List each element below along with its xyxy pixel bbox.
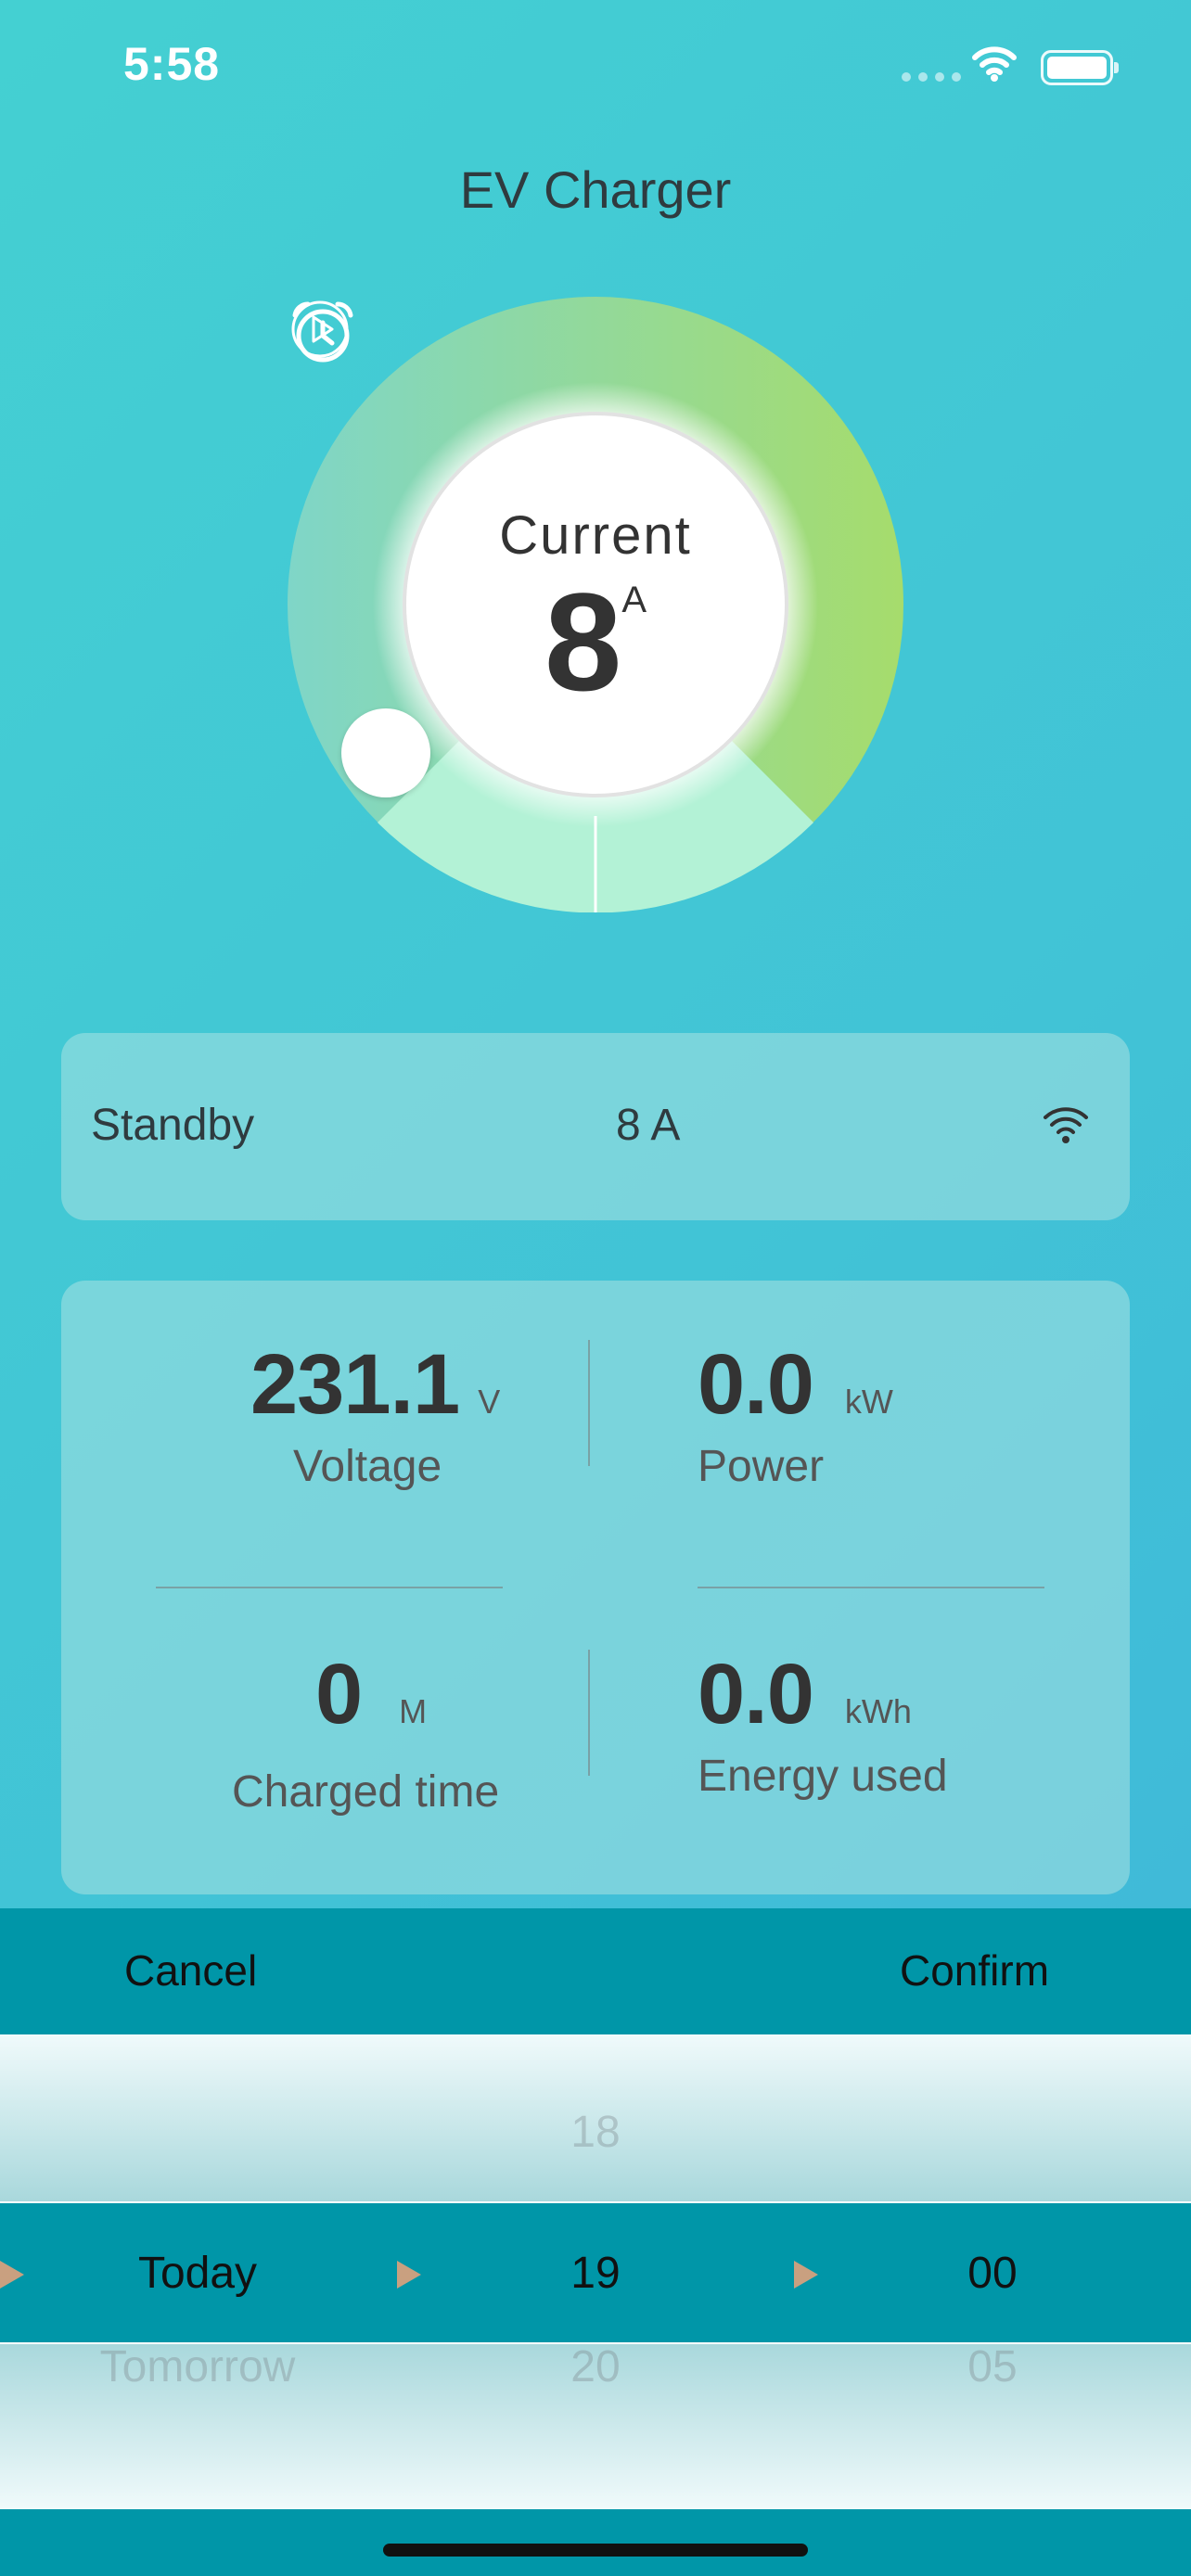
metric-value: 0.0 <box>698 1647 814 1741</box>
metric-value: 231.1 <box>250 1337 460 1432</box>
metric-value: 0 <box>315 1647 363 1741</box>
metric-unit: M <box>399 1692 428 1730</box>
alarm-clock-icon[interactable] <box>288 297 358 367</box>
metric-power: 0.0 kW Power <box>698 1336 893 1492</box>
confirm-button[interactable]: Confirm <box>900 1945 1049 1996</box>
hour-option-above[interactable]: 18 <box>456 2107 735 2158</box>
dial-label: Current <box>499 505 692 566</box>
arrow-right-icon <box>397 2261 421 2289</box>
status-time: 5:58 <box>123 38 221 90</box>
charger-state: Standby <box>91 1101 255 1150</box>
hour-option-below[interactable]: 20 <box>456 2341 735 2392</box>
cancel-button[interactable]: Cancel <box>124 1945 257 1996</box>
metric-voltage: 231.1 V Voltage <box>250 1336 500 1492</box>
metric-energy-used: 0.0 kWh Energy used <box>698 1646 948 1802</box>
dial-value: 8 <box>544 564 622 720</box>
metric-unit: kW <box>844 1383 893 1421</box>
metric-label: Charged time <box>232 1767 500 1817</box>
metric-label: Voltage <box>293 1442 442 1491</box>
day-option-below[interactable]: Tomorrow <box>58 2341 337 2392</box>
metric-unit: kWh <box>844 1692 912 1730</box>
dial-unit: A <box>621 580 647 620</box>
wifi-icon <box>972 46 1017 82</box>
metric-charged-time: 0M <box>315 1646 427 1743</box>
picker-toolbar: Cancel Confirm <box>0 1908 1191 2034</box>
hour-option-selected[interactable]: 19 <box>456 2248 735 2299</box>
metric-unit: V <box>478 1383 501 1421</box>
metric-value: 0.0 <box>698 1337 814 1432</box>
bottom-bar <box>0 2509 1191 2576</box>
wifi-signal-icon <box>1044 1107 1088 1143</box>
status-card: Standby 8 A <box>61 1033 1130 1220</box>
minute-option-selected[interactable]: 00 <box>853 2248 1132 2299</box>
home-indicator[interactable] <box>383 2544 808 2557</box>
page-title: EV Charger <box>459 160 732 219</box>
divider <box>588 1340 590 1466</box>
metric-label: Power <box>698 1442 825 1491</box>
battery-icon <box>1041 50 1119 85</box>
divider <box>156 1587 503 1588</box>
arrow-right-icon <box>0 2261 24 2289</box>
metrics-card: 231.1 V Voltage 0.0 kW Power 0M Charged ti… <box>61 1281 1130 1894</box>
dial-knob[interactable] <box>341 708 430 797</box>
day-option-selected[interactable]: Today <box>58 2248 337 2299</box>
dial-readout: Current 8A <box>456 465 735 744</box>
cellular-signal-icon <box>902 72 961 82</box>
divider <box>588 1650 590 1776</box>
minute-option-below[interactable]: 05 <box>853 2341 1132 2392</box>
metric-label: Energy used <box>698 1752 948 1801</box>
divider <box>698 1587 1044 1588</box>
current-dial[interactable]: Current 8A <box>288 297 903 912</box>
status-bar: 5:58 <box>0 0 1191 130</box>
time-picker[interactable]: Today Tomorrow 18 19 20 00 05 <box>0 2034 1191 2509</box>
arrow-right-icon <box>794 2261 818 2289</box>
charger-current: 8 A <box>616 1101 681 1150</box>
